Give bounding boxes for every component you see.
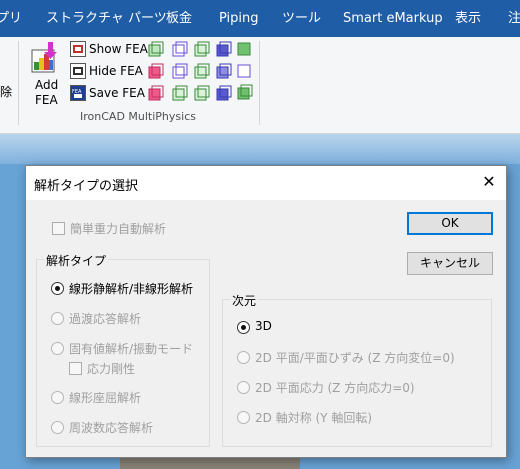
radio-2d-plane-strain[interactable] [237,351,250,364]
tab-tools[interactable]: ツール [282,0,321,37]
cube-icon [172,85,188,101]
cancel-button[interactable]: キャンセル [407,252,493,275]
cube-icon [194,63,210,79]
ok-button[interactable]: OK [407,212,493,235]
cube-icon [194,41,210,57]
viewport-gradient [0,134,520,164]
cube-icon [216,41,232,57]
radio-2d-plane-stress-label: 2D 平面応力 (Z 方向応力=0) [255,381,415,395]
radio-2d-plane-stress[interactable] [237,381,250,394]
cube-icon [172,41,188,57]
hide-fea-label: Hide FEA [89,64,143,78]
dimension-group-label: 次元 [230,292,259,309]
ribbon-panel: 除 Add FEA Show FEA Hide FEA FEA Save FEA [0,37,520,134]
radio-2d-axisymmetric-label: 2D 軸対称 (Y 軸回転) [255,411,373,425]
simple-gravity-checkbox[interactable] [52,222,65,235]
tab-piping[interactable]: Piping [219,0,259,37]
save-fea-label: Save FEA [89,86,145,100]
radio-3d[interactable] [237,321,250,334]
radio-eigenvalue-label: 固有値解析/振動モード [69,342,194,356]
cube-icon [216,85,232,101]
radio-frequency-response[interactable] [51,421,64,434]
radio-transient[interactable] [51,312,64,325]
ribbon-tab-bar: プリ ストラクチャ パーツ 板金 Piping ツール Smart eMarku… [0,0,520,37]
radio-linear-static[interactable] [51,282,64,295]
tab-view[interactable]: 表示 [455,0,481,37]
cube-icon [237,84,253,100]
radio-buckling[interactable] [51,391,64,404]
cube-icon [148,63,164,79]
close-icon[interactable]: ✕ [478,171,500,193]
tab-print[interactable]: プリ [0,0,22,37]
cube-icon [172,63,188,79]
cube-icon [237,42,251,56]
simple-gravity-label: 簡単重力自動解析 [70,222,167,236]
save-fea-button[interactable]: FEA Save FEA [70,84,146,102]
radio-3d-label: 3D [255,319,272,333]
cube-icon [194,85,210,101]
hide-fea-button[interactable]: Hide FEA [70,62,146,80]
show-fea-icon [70,41,86,57]
add-fea-button[interactable]: Add FEA [27,40,65,108]
hide-fea-icon [70,63,86,79]
cube-icon [216,63,232,79]
ribbon-clipped-label[interactable]: 除 [0,83,12,100]
cube-icon [237,64,251,78]
analysis-type-dialog: 解析タイプの選択 ✕ 簡単重力自動解析 解析タイプ 線形静解析/非線形解析 過渡… [25,165,507,458]
add-fea-label-line2: FEA [35,93,58,107]
radio-transient-label: 過渡応答解析 [69,312,142,326]
dialog-title: 解析タイプの選択 [34,179,139,194]
tab-note[interactable]: 注 [508,0,520,37]
cube-icon [148,41,164,57]
cube-icon [148,85,164,101]
dialog-titlebar: 解析タイプの選択 ✕ [26,166,506,200]
stress-stiffness-label: 応力剛性 [87,362,136,376]
analysis-type-group-label: 解析タイプ [44,252,109,269]
radio-2d-plane-strain-label: 2D 平面/平面ひずみ (Z 方向変位=0) [255,351,455,365]
add-fea-label-line1: Add [35,78,59,92]
ribbon-separator [18,41,19,125]
tab-sheet-metal[interactable]: 板金 [166,0,192,37]
ribbon-separator [259,41,260,125]
radio-buckling-label: 線形座屈解析 [69,391,142,405]
save-fea-icon: FEA [70,85,86,101]
tab-structure-parts[interactable]: ストラクチャ パーツ [46,0,167,37]
radio-2d-axisymmetric[interactable] [237,411,250,424]
view-cube-icons [148,41,253,101]
stress-stiffness-checkbox[interactable] [69,362,82,375]
add-fea-icon [31,42,57,73]
tab-smart-emarkup[interactable]: Smart eMarkup [343,0,443,37]
show-fea-button[interactable]: Show FEA [70,40,148,58]
radio-frequency-response-label: 周波数応答解析 [69,421,154,435]
show-fea-label: Show FEA [89,42,148,56]
radio-eigenvalue[interactable] [51,342,64,355]
ribbon-group-label: IronCAD MultiPhysics [80,110,196,123]
radio-linear-static-label: 線形静解析/非線形解析 [69,282,194,296]
